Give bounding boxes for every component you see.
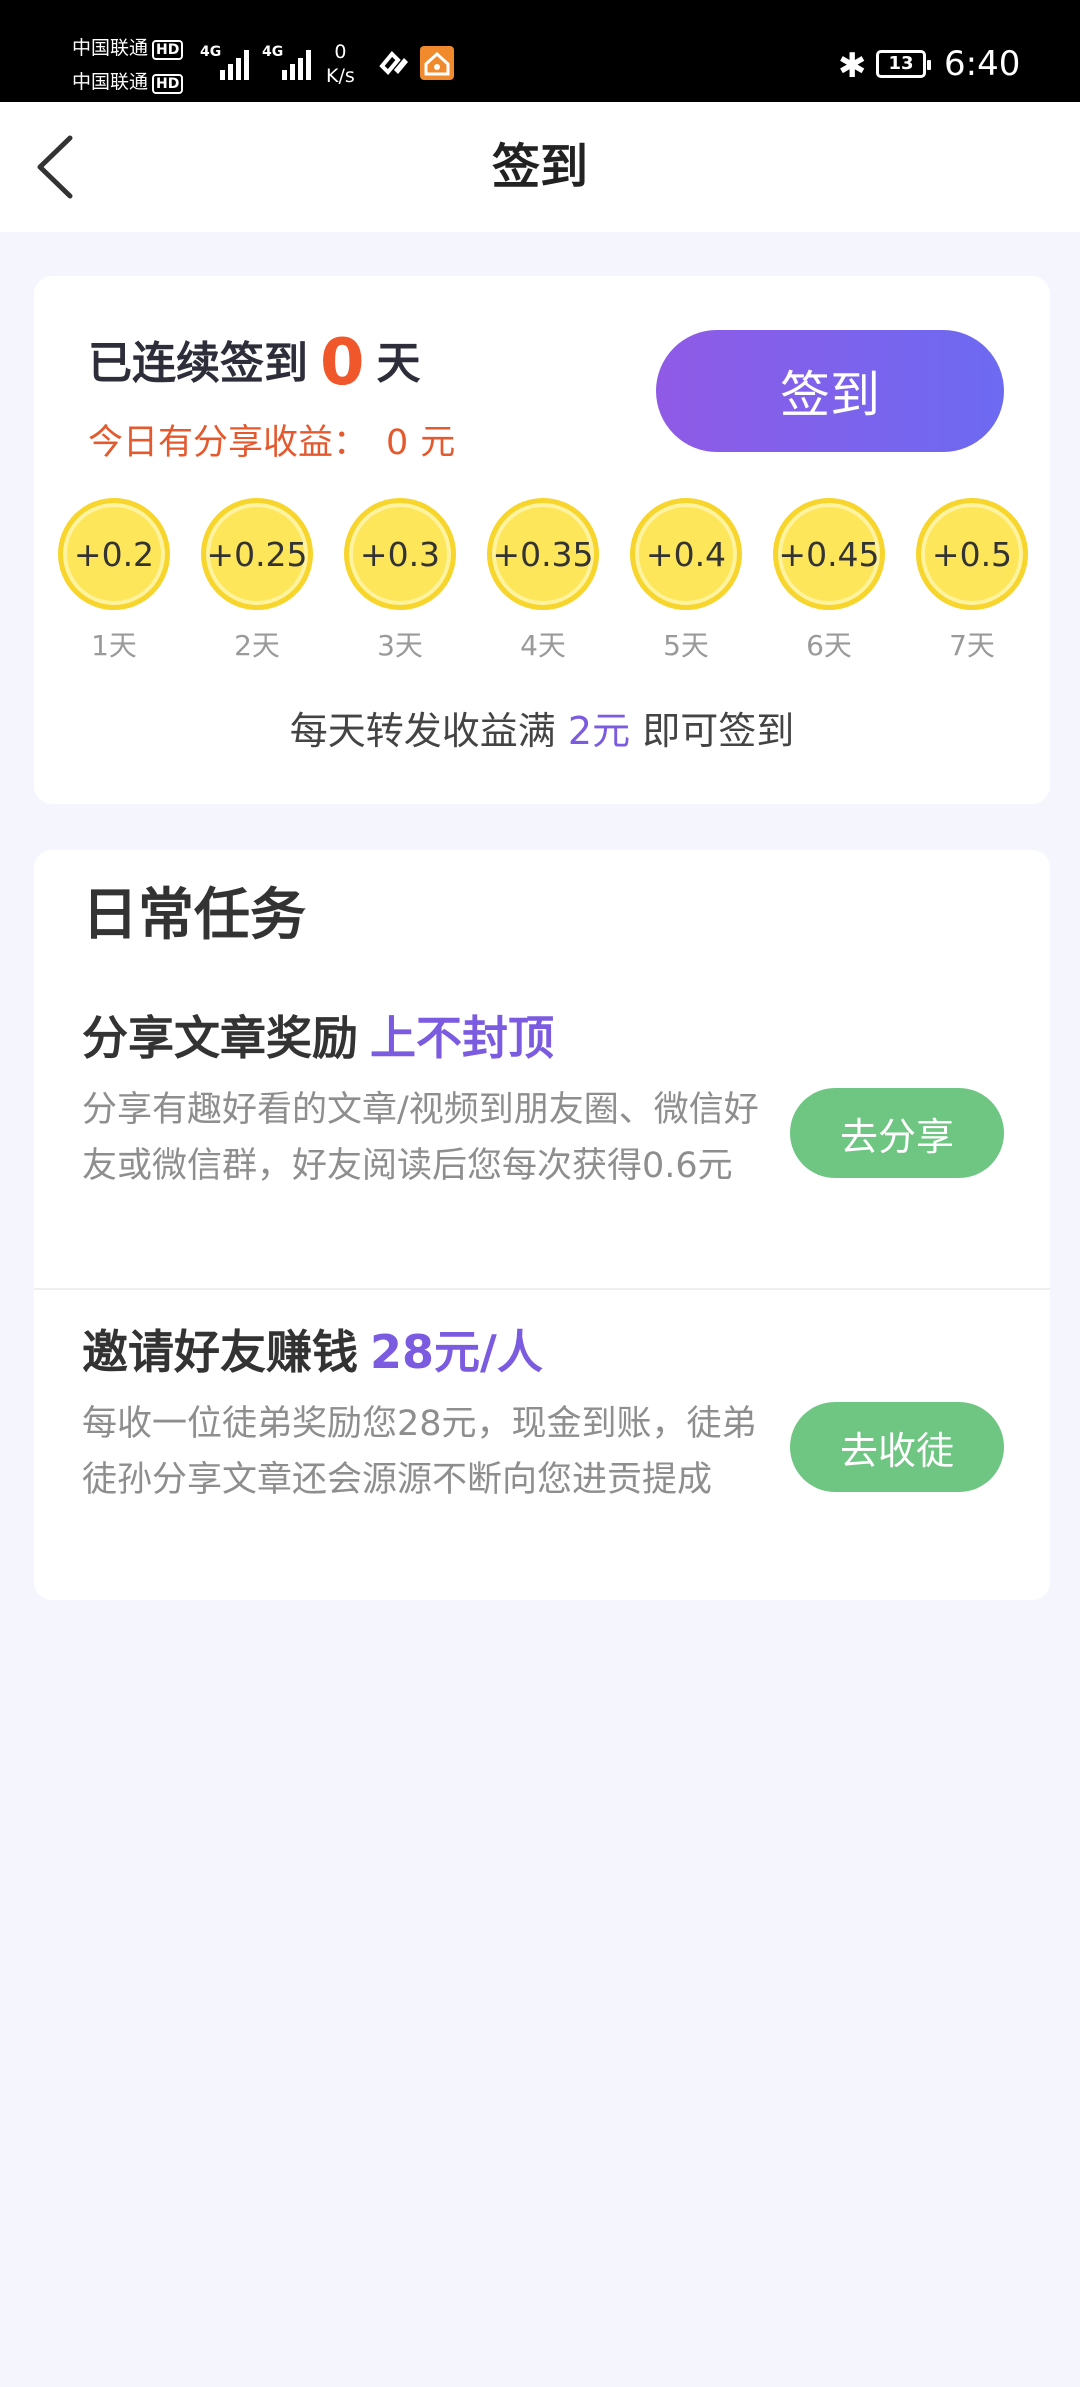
signal-icon: 4G xyxy=(200,44,252,84)
reward-day-1: +0.2 1天 xyxy=(54,498,174,664)
reward-day-label: 4天 xyxy=(520,629,566,662)
battery-icon: 13 xyxy=(876,50,931,78)
task-title-text: 邀请好友赚钱 xyxy=(82,1325,358,1379)
coin-icon: +0.45 xyxy=(773,498,885,610)
checkin-button[interactable]: 签到 xyxy=(656,330,1004,452)
divider xyxy=(34,1288,1050,1290)
reward-amount: +0.45 xyxy=(778,534,880,574)
rule-amount: 2元 xyxy=(567,709,631,753)
earnings-unit: 元 xyxy=(420,423,456,463)
reward-day-label: 6天 xyxy=(806,629,852,662)
task-title-text: 分享文章奖励 xyxy=(82,1011,358,1065)
earnings-value: 0 xyxy=(386,423,409,463)
network-type-2: 4G xyxy=(262,44,284,60)
battery-level: 13 xyxy=(888,53,914,74)
streak-prefix: 已连续签到 xyxy=(88,338,308,389)
reward-day-6: +0.45 6天 xyxy=(769,498,889,664)
task-title: 邀请好友赚钱 28元/人 xyxy=(82,1316,543,1382)
reward-day-label: 1天 xyxy=(91,629,137,662)
network-speed-value: 0 xyxy=(334,41,347,63)
network-type-1: 4G xyxy=(200,44,222,60)
task-description: 分享有趣好看的文章/视频到朋友圈、微信好友或微信群，好友阅读后您每次获得0.6元 xyxy=(82,1090,759,1186)
nav-bar: 签到 xyxy=(0,102,1080,232)
hd-badge: HD xyxy=(152,74,184,94)
carrier-1: 中国联通 HD xyxy=(72,36,184,60)
streak-days-count: 0 xyxy=(320,326,365,400)
reward-day-label: 2天 xyxy=(234,629,280,662)
today-earnings: 今日有分享收益： 0 元 xyxy=(88,414,455,465)
home-app-icon xyxy=(420,46,454,80)
task-highlight: 28元/人 xyxy=(370,1325,543,1379)
carrier-1-label: 中国联通 xyxy=(72,37,149,59)
status-bar: 中国联通 HD 中国联通 HD 4G 4G 0 K/s ✱ 13 6:40 xyxy=(0,0,1080,102)
streak-suffix: 天 xyxy=(376,338,421,389)
task-highlight: 上不封顶 xyxy=(370,1011,554,1065)
reward-coins: +0.2 1天 +0.25 2天 +0.3 3天 +0.35 4天 +0.4 5… xyxy=(34,498,1050,662)
reward-day-label: 3天 xyxy=(377,629,423,662)
coin-icon: +0.35 xyxy=(487,498,599,610)
rule-suffix: 即可签到 xyxy=(642,709,795,753)
clock: 6:40 xyxy=(944,44,1021,84)
checkin-card: 已连续签到 0 天 今日有分享收益： 0 元 签到 +0.2 1天 +0.25 2天 +… xyxy=(34,276,1050,804)
rule-prefix: 每天转发收益满 xyxy=(289,709,556,753)
reward-day-4: +0.35 4天 xyxy=(483,498,603,664)
coin-icon: +0.5 xyxy=(916,498,1028,610)
bluetooth-icon: ✱ xyxy=(838,46,867,86)
link-icon xyxy=(379,51,408,75)
task-description: 每收一位徒弟奖励您28元，现金到账，徒弟徒孙分享文章还会源源不断向您进贡提成 xyxy=(82,1404,757,1500)
network-speed: 0 K/s xyxy=(326,40,355,88)
earnings-label: 今日有分享收益： xyxy=(88,423,369,463)
reward-day-label: 5天 xyxy=(663,629,709,662)
carrier-2-label: 中国联通 xyxy=(72,71,149,93)
share-button[interactable]: 去分享 xyxy=(790,1088,1004,1178)
reward-amount: +0.35 xyxy=(492,534,594,574)
checkin-rule: 每天转发收益满 2元 即可签到 xyxy=(34,700,1050,755)
recruit-button[interactable]: 去收徒 xyxy=(790,1402,1004,1492)
reward-amount: +0.5 xyxy=(931,534,1013,574)
reward-day-label: 7天 xyxy=(949,629,995,662)
network-speed-unit: K/s xyxy=(326,65,355,87)
reward-amount: +0.4 xyxy=(645,534,727,574)
reward-day-2: +0.25 2天 xyxy=(197,498,317,664)
streak-text: 已连续签到 0 天 xyxy=(88,326,421,400)
signal-icon: 4G xyxy=(262,44,314,84)
coin-icon: +0.3 xyxy=(344,498,456,610)
reward-day-5: +0.4 5天 xyxy=(626,498,746,664)
coin-icon: +0.25 xyxy=(201,498,313,610)
task-title: 分享文章奖励 上不封顶 xyxy=(82,1002,554,1068)
carrier-2: 中国联通 HD xyxy=(72,70,184,94)
daily-tasks-card: 日常任务 分享文章奖励 上不封顶 分享有趣好看的文章/视频到朋友圈、微信好友或微信… xyxy=(34,850,1050,1600)
reward-amount: +0.25 xyxy=(206,534,308,574)
hd-badge: HD xyxy=(152,40,184,60)
tasks-heading: 日常任务 xyxy=(82,883,306,948)
reward-amount: +0.3 xyxy=(359,534,441,574)
reward-day-3: +0.3 3天 xyxy=(340,498,460,664)
coin-icon: +0.2 xyxy=(58,498,170,610)
reward-day-7: +0.5 7天 xyxy=(912,498,1032,664)
page-title: 签到 xyxy=(491,139,588,195)
coin-icon: +0.4 xyxy=(630,498,742,610)
reward-amount: +0.2 xyxy=(73,534,155,574)
